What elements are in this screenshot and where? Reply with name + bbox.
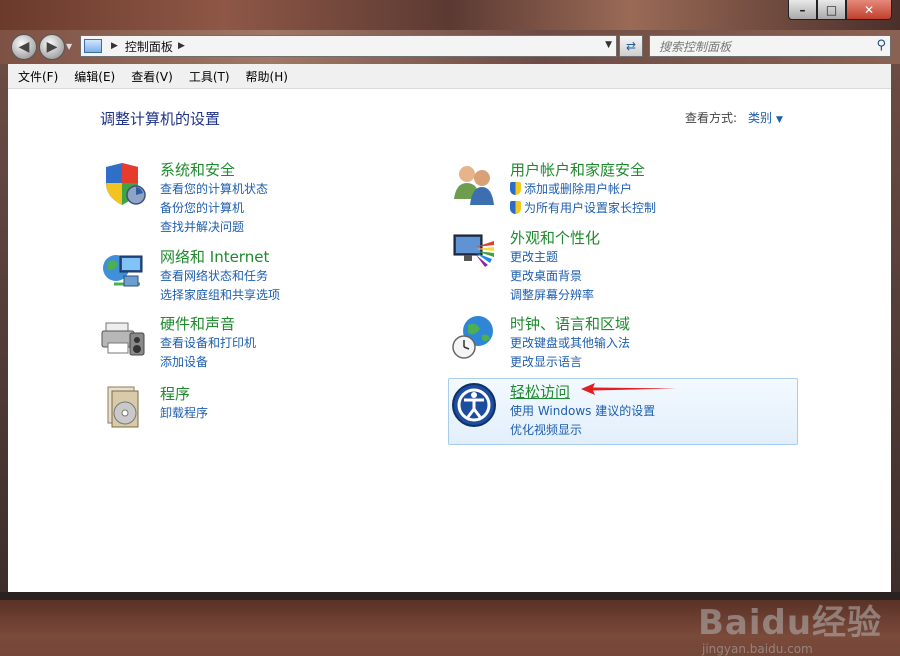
page-title: 调整计算机的设置	[100, 110, 221, 128]
forward-button[interactable]: ▶	[39, 34, 65, 60]
breadcrumb-separator-icon[interactable]: ▶	[178, 41, 185, 51]
category-title[interactable]: 用户帐户和家庭安全	[510, 159, 645, 180]
menu-help[interactable]: 帮助(H)	[240, 68, 294, 85]
category-network-internet: 网络和 Internet 查看网络状态和任务 选择家庭组和共享选项	[100, 246, 400, 306]
search-input[interactable]: 搜索控制面板 ⚲	[649, 35, 891, 57]
category-title[interactable]: 轻松访问	[510, 381, 570, 402]
menu-view[interactable]: 查看(V)	[125, 68, 179, 85]
breadcrumb-control-panel[interactable]: 控制面板	[125, 38, 173, 55]
refresh-button[interactable]: ⇄	[619, 35, 643, 57]
link-add-remove-users[interactable]: 添加或删除用户帐户	[510, 180, 632, 197]
category-title[interactable]: 系统和安全	[160, 159, 235, 180]
menu-edit[interactable]: 编辑(E)	[68, 68, 121, 85]
link-parental-controls[interactable]: 为所有用户设置家长控制	[510, 199, 656, 216]
category-title[interactable]: 外观和个性化	[510, 227, 600, 248]
category-title[interactable]: 网络和 Internet	[160, 246, 269, 267]
ease-of-access-icon	[452, 383, 496, 427]
window-frame-right	[891, 64, 900, 592]
category-hardware-sound: 硬件和声音 查看设备和打印机 添加设备	[100, 313, 400, 369]
watermark-logo: Baidu经验	[698, 603, 883, 643]
link-change-theme[interactable]: 更改主题	[510, 248, 558, 265]
watermark: Baidu经验 jingyan.baidu.com	[698, 595, 882, 656]
link-view-computer-status[interactable]: 查看您的计算机状态	[160, 180, 268, 197]
category-system-security: 系统和安全 查看您的计算机状态 备份您的计算机 查找并解决问题	[100, 159, 400, 234]
link-change-keyboard[interactable]: 更改键盘或其他输入法	[510, 334, 630, 351]
menu-tools[interactable]: 工具(T)	[183, 68, 236, 85]
menu-file[interactable]: 文件(F)	[12, 68, 64, 85]
chevron-down-icon: ▼	[776, 115, 783, 125]
search-placeholder: 搜索控制面板	[659, 39, 732, 54]
window-frame-bottom	[0, 592, 900, 600]
link-backup-computer[interactable]: 备份您的计算机	[160, 199, 244, 216]
address-bar[interactable]: ▶ 控制面板 ▶ ▼	[80, 35, 617, 57]
arrow-right-icon: ▶	[46, 39, 58, 55]
view-by-value: 类别	[748, 111, 773, 125]
link-change-background[interactable]: 更改桌面背景	[510, 267, 582, 284]
control-panel-content: 调整计算机的设置 查看方式: 类别 ▼ 系统和安全 查看您的计算机状态 备份您的计…	[8, 89, 891, 656]
link-find-fix-problems[interactable]: 查找并解决问题	[160, 218, 244, 235]
window-controls: – □ ✕	[788, 0, 892, 20]
category-title[interactable]: 时钟、语言和区域	[510, 313, 630, 334]
title-bar: – □ ✕	[0, 0, 900, 30]
search-icon[interactable]: ⚲	[876, 38, 886, 53]
link-change-display-language[interactable]: 更改显示语言	[510, 353, 582, 370]
programs-icon	[107, 386, 139, 428]
clock-globe-icon	[452, 316, 493, 359]
category-title[interactable]: 程序	[160, 383, 190, 404]
close-icon[interactable]: ✕	[846, 0, 892, 20]
printer-icon	[101, 322, 145, 356]
maximize-icon[interactable]: □	[817, 0, 846, 20]
link-use-recommended-settings[interactable]: 使用 Windows 建议的设置	[510, 402, 655, 419]
uac-shield-icon	[510, 182, 521, 195]
link-add-device[interactable]: 添加设备	[160, 353, 208, 370]
category-clock-language-region: 时钟、语言和区域 更改键盘或其他输入法 更改显示语言	[450, 313, 770, 370]
control-panel-icon	[84, 39, 102, 53]
category-programs: 程序 卸载程序	[100, 383, 400, 433]
uac-shield-icon	[510, 201, 521, 214]
link-label: 为所有用户设置家长控制	[524, 201, 657, 215]
network-icon	[103, 255, 143, 287]
category-title[interactable]: 硬件和声音	[160, 313, 235, 334]
back-button[interactable]: ◀	[11, 34, 37, 60]
arrow-left-icon: ◀	[18, 39, 30, 55]
link-label: 添加或删除用户帐户	[524, 182, 633, 196]
link-homegroup-sharing[interactable]: 选择家庭组和共享选项	[160, 286, 280, 303]
shield-icon	[106, 163, 146, 205]
link-view-network-status[interactable]: 查看网络状态和任务	[160, 267, 268, 284]
users-icon	[454, 166, 494, 205]
link-devices-printers[interactable]: 查看设备和打印机	[160, 334, 256, 351]
category-user-accounts: 用户帐户和家庭安全 添加或删除用户帐户 为所有用户设置家长控制	[450, 159, 770, 219]
minimize-icon[interactable]: –	[788, 0, 817, 20]
category-appearance: 外观和个性化 更改主题 更改桌面背景 调整屏幕分辨率	[450, 227, 770, 302]
link-adjust-resolution[interactable]: 调整屏幕分辨率	[510, 286, 594, 303]
menu-bar: 文件(F) 编辑(E) 查看(V) 工具(T) 帮助(H)	[8, 64, 891, 89]
view-by-label: 查看方式:	[685, 111, 738, 125]
annotation-arrow-icon	[581, 383, 677, 395]
link-optimize-visual-display[interactable]: 优化视频显示	[510, 421, 582, 438]
window-frame-left	[0, 64, 8, 592]
breadcrumb-separator-icon[interactable]: ▶	[111, 41, 118, 51]
link-uninstall-program[interactable]: 卸载程序	[160, 404, 208, 421]
appearance-icon	[453, 234, 494, 267]
address-dropdown-icon[interactable]: ▼	[605, 40, 612, 50]
watermark-url: jingyan.baidu.com	[702, 642, 813, 656]
view-by-dropdown[interactable]: 类别 ▼	[748, 109, 783, 126]
history-dropdown-icon[interactable]: ▼	[66, 42, 72, 51]
refresh-icon: ⇄	[625, 39, 637, 53]
